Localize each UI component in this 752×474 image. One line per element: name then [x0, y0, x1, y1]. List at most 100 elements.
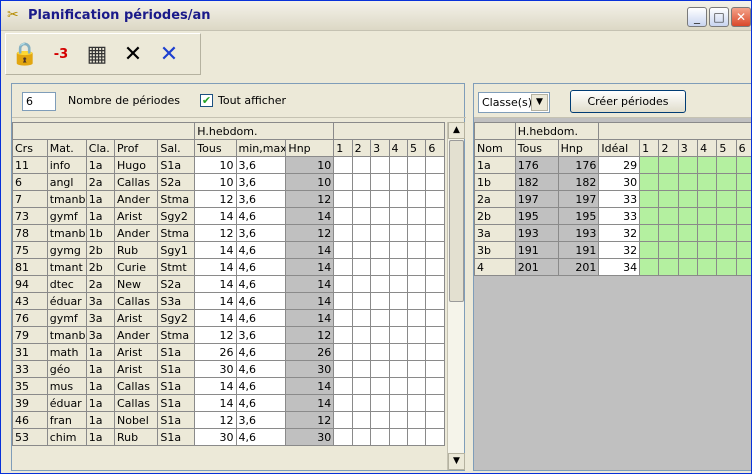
- table-cell[interactable]: [697, 173, 718, 191]
- column-header[interactable]: Cla.: [85, 139, 115, 157]
- table-cell[interactable]: 195: [557, 207, 600, 225]
- table-cell[interactable]: 31: [12, 343, 48, 361]
- table-cell[interactable]: [425, 309, 445, 327]
- table-cell[interactable]: [406, 428, 427, 446]
- maximize-button[interactable]: □: [709, 7, 729, 27]
- table-cell[interactable]: [425, 156, 445, 174]
- table-cell[interactable]: 201: [557, 258, 600, 276]
- table-cell[interactable]: [406, 190, 427, 208]
- table-cell[interactable]: [388, 275, 408, 293]
- cross-black-icon[interactable]: ✕: [118, 40, 148, 70]
- table-cell[interactable]: [406, 173, 427, 191]
- table-cell[interactable]: 11: [12, 156, 48, 174]
- table-cell[interactable]: 1a: [85, 190, 115, 208]
- table-cell[interactable]: [388, 207, 408, 225]
- table-cell[interactable]: 191: [514, 241, 559, 259]
- table-cell[interactable]: éduar: [46, 394, 87, 412]
- table-row[interactable]: 3b 191 191 32: [474, 241, 751, 259]
- table-cell[interactable]: 53: [12, 428, 48, 446]
- table-cell[interactable]: 3,6: [235, 326, 287, 344]
- table-row[interactable]: 6 angl 2a Callas S2a 10 3,6 10: [12, 173, 445, 191]
- table-cell[interactable]: [388, 224, 408, 242]
- table-cell[interactable]: [716, 224, 737, 242]
- table-row[interactable]: 2b 195 195 33: [474, 207, 751, 225]
- column-header[interactable]: 2: [351, 139, 372, 157]
- table-cell[interactable]: [333, 173, 353, 191]
- table-cell[interactable]: 30: [285, 428, 335, 446]
- table-row[interactable]: 75 gymg 2b Rub Sgy1 14 4,6 14: [12, 241, 445, 259]
- table-cell[interactable]: [370, 343, 390, 361]
- table-cell[interactable]: [388, 309, 408, 327]
- table-cell[interactable]: [351, 394, 372, 412]
- table-cell[interactable]: [351, 241, 372, 259]
- table-cell[interactable]: [639, 190, 660, 208]
- table-cell[interactable]: [351, 411, 372, 429]
- table-cell[interactable]: [406, 241, 427, 259]
- table-cell[interactable]: 76: [12, 309, 48, 327]
- table-cell[interactable]: 14: [285, 241, 335, 259]
- table-cell[interactable]: tmanb: [46, 326, 87, 344]
- table-cell[interactable]: 4,6: [235, 343, 287, 361]
- table-cell[interactable]: [639, 258, 660, 276]
- table-cell[interactable]: 4,6: [235, 309, 287, 327]
- table-cell[interactable]: [333, 377, 353, 395]
- table-cell[interactable]: 1a: [85, 343, 115, 361]
- table-cell[interactable]: 201: [514, 258, 559, 276]
- table-cell[interactable]: 12: [285, 224, 335, 242]
- table-cell[interactable]: 1b: [474, 173, 516, 191]
- table-cell[interactable]: 197: [557, 190, 600, 208]
- cross-blue-icon[interactable]: ✕: [154, 40, 184, 70]
- table-cell[interactable]: [406, 309, 427, 327]
- minimize-button[interactable]: _: [687, 7, 707, 27]
- show-all-checkbox[interactable]: ✔: [200, 94, 213, 107]
- table-cell[interactable]: [406, 275, 427, 293]
- table-cell[interactable]: [351, 275, 372, 293]
- table-cell[interactable]: [388, 258, 408, 276]
- table-cell[interactable]: 182: [514, 173, 559, 191]
- table-cell[interactable]: [351, 428, 372, 446]
- table-cell[interactable]: Rub: [113, 241, 159, 259]
- table-cell[interactable]: 14: [194, 309, 237, 327]
- table-cell[interactable]: [425, 292, 445, 310]
- table-cell[interactable]: 7: [12, 190, 48, 208]
- table-cell[interactable]: 1a: [474, 156, 516, 174]
- table-cell[interactable]: [351, 224, 372, 242]
- table-cell[interactable]: [716, 241, 737, 259]
- table-cell[interactable]: [351, 207, 372, 225]
- column-header[interactable]: Prof: [113, 139, 159, 157]
- table-cell[interactable]: [425, 275, 445, 293]
- table-cell[interactable]: [333, 411, 353, 429]
- table-cell[interactable]: [425, 190, 445, 208]
- table-cell[interactable]: S2a: [157, 173, 196, 191]
- table-cell[interactable]: [351, 343, 372, 361]
- table-row[interactable]: 3a 193 193 32: [474, 224, 751, 242]
- table-cell[interactable]: 193: [557, 224, 600, 242]
- table-cell[interactable]: [388, 428, 408, 446]
- table-cell[interactable]: 182: [557, 173, 600, 191]
- table-cell[interactable]: 33: [12, 360, 48, 378]
- table-cell[interactable]: mus: [46, 377, 87, 395]
- table-cell[interactable]: 14: [194, 207, 237, 225]
- table-cell[interactable]: [425, 241, 445, 259]
- table-cell[interactable]: S1a: [157, 428, 196, 446]
- table-cell[interactable]: Sgy2: [157, 309, 196, 327]
- table-cell[interactable]: [388, 292, 408, 310]
- table-cell[interactable]: [370, 428, 390, 446]
- table-cell[interactable]: [333, 343, 353, 361]
- table-cell[interactable]: [697, 207, 718, 225]
- table-cell[interactable]: Arist: [113, 343, 159, 361]
- column-header[interactable]: Mat.: [46, 139, 87, 157]
- table-row[interactable]: 4 201 201 34: [474, 258, 751, 276]
- table-cell[interactable]: 3a: [85, 292, 115, 310]
- table-cell[interactable]: Arist: [113, 309, 159, 327]
- scroll-thumb[interactable]: [449, 140, 464, 302]
- table-cell[interactable]: 10: [194, 156, 237, 174]
- close-button[interactable]: ✕: [731, 7, 751, 27]
- table-cell[interactable]: [388, 343, 408, 361]
- table-cell[interactable]: [735, 207, 751, 225]
- table-cell[interactable]: [406, 377, 427, 395]
- table-cell[interactable]: [388, 411, 408, 429]
- chevron-down-icon[interactable]: ▼: [531, 94, 548, 111]
- table-cell[interactable]: géo: [46, 360, 87, 378]
- table-cell[interactable]: 1b: [85, 224, 115, 242]
